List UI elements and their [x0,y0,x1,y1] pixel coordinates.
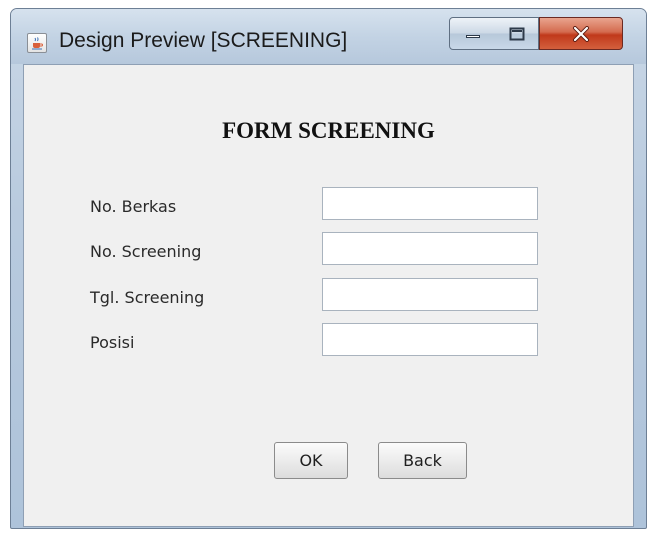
label-posisi: Posisi [90,333,135,352]
minimize-button[interactable] [449,17,496,50]
ok-button[interactable]: OK [274,442,348,479]
no-berkas-input[interactable] [322,187,538,220]
close-icon [573,25,589,42]
tgl-screening-input[interactable] [322,278,538,311]
label-no-berkas: No. Berkas [90,197,177,216]
form-panel: FORM SCREENING No. Berkas No. Screening … [23,64,634,527]
title-bar[interactable]: Design Preview [SCREENING] [11,9,646,64]
minimize-icon [465,34,480,38]
no-screening-input[interactable] [322,232,538,265]
java-cup-icon [27,33,47,53]
posisi-input[interactable] [322,323,538,356]
label-no-screening: No. Screening [90,242,202,261]
window-title: Design Preview [SCREENING] [59,29,348,52]
back-button[interactable]: Back [378,442,467,479]
maximize-icon [509,27,524,40]
app-window: Design Preview [SCREENING] FORM SCREENIN… [10,8,647,529]
maximize-button[interactable] [495,17,539,50]
close-button[interactable] [539,17,623,50]
form-title: FORM SCREENING [222,118,435,143]
label-tgl-screening: Tgl. Screening [90,288,205,307]
